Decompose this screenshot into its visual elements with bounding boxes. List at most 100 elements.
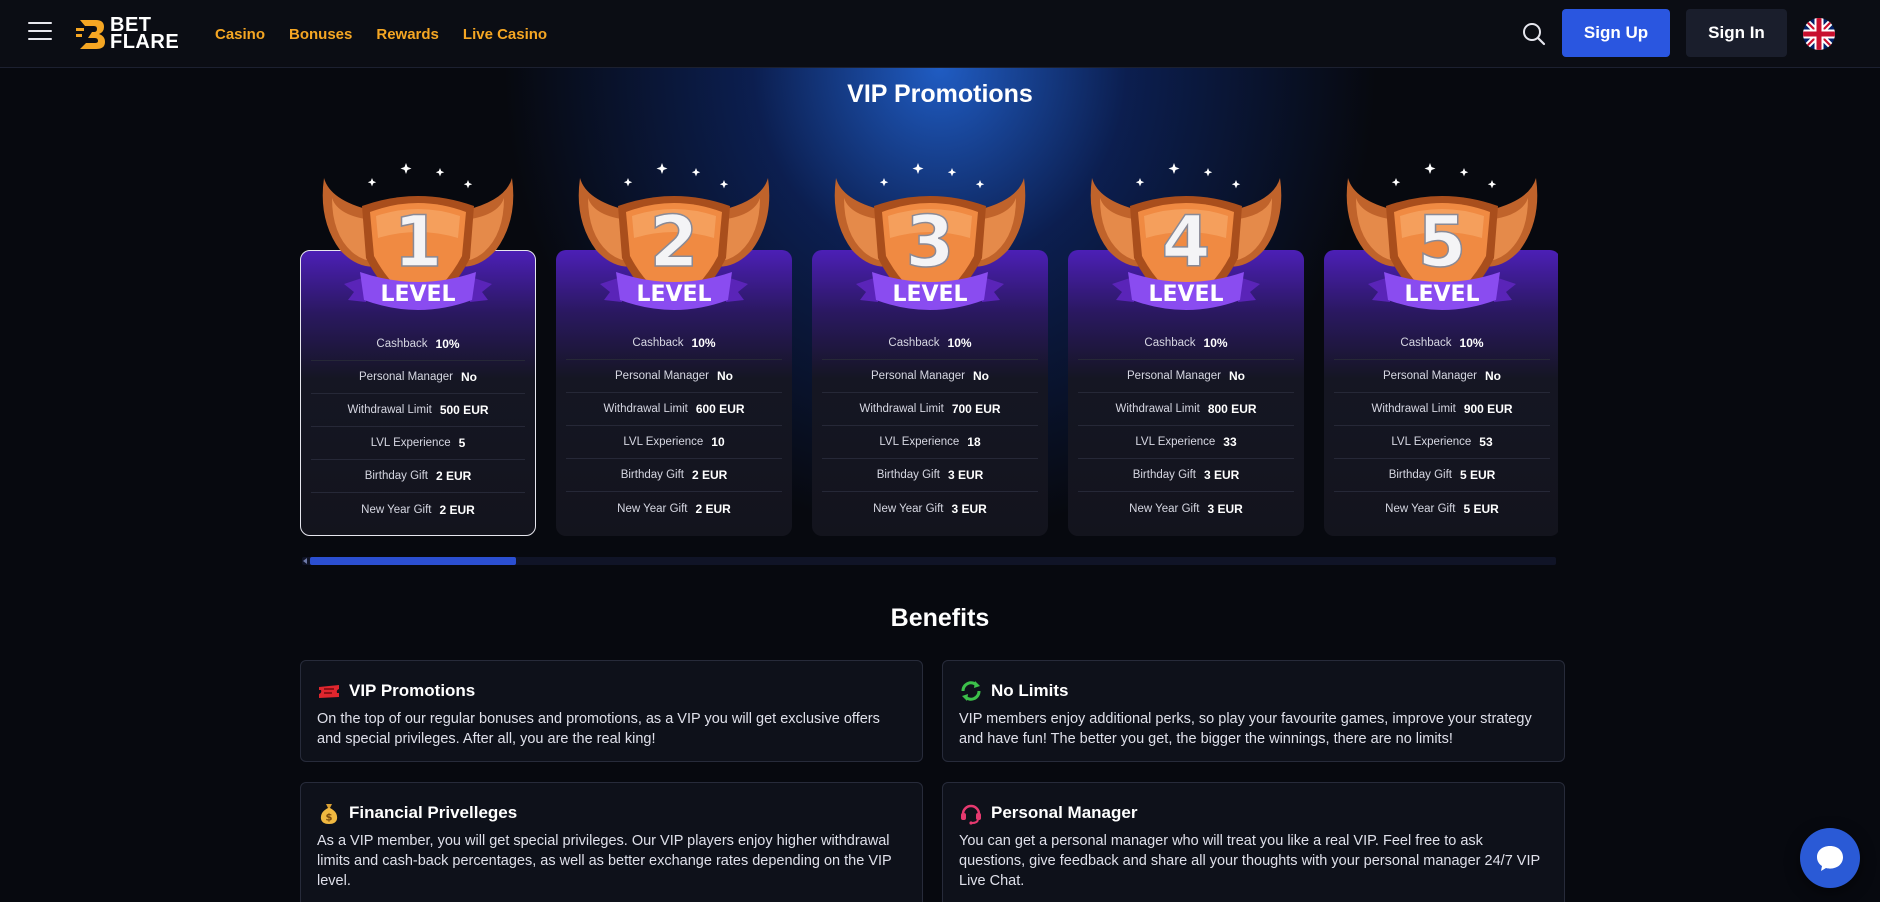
level-perks: Cashback 10% Personal Manager No Withdrawal … bbox=[311, 328, 525, 526]
nav-rewards[interactable]: Rewards bbox=[376, 26, 439, 43]
perk-value: 2 EUR bbox=[691, 468, 728, 482]
benefit-text: VIP members enjoy additional perks, so p… bbox=[959, 711, 1532, 747]
perk-value: 700 EUR bbox=[951, 402, 1001, 416]
perk-value: 2 EUR bbox=[435, 469, 472, 483]
perk-value: 10% bbox=[1459, 336, 1484, 350]
perk-label: Birthday Gift bbox=[876, 469, 940, 481]
scroll-left-arrow-icon[interactable] bbox=[303, 558, 307, 564]
perk-value: 10% bbox=[1203, 336, 1228, 350]
perk-value: 5 bbox=[458, 436, 466, 450]
ticket-icon bbox=[319, 685, 339, 698]
perk-row: LVL Experience 5 bbox=[311, 427, 525, 460]
perk-row: Birthday Gift 5 EUR bbox=[1334, 459, 1550, 492]
level-word: LEVEL bbox=[1404, 282, 1479, 307]
benefit-title: VIP Promotions bbox=[349, 681, 476, 700]
perk-row: Personal Manager No bbox=[1334, 360, 1550, 393]
benefit-text: You can get a personal manager who will … bbox=[959, 833, 1540, 889]
perk-row: Personal Manager No bbox=[566, 360, 782, 393]
perk-label: New Year Gift bbox=[617, 502, 688, 515]
perk-value: 10% bbox=[691, 336, 716, 350]
perk-label: Withdrawal Limit bbox=[1115, 403, 1200, 415]
perk-row: LVL Experience 53 bbox=[1334, 426, 1550, 459]
perk-row: Personal Manager No bbox=[311, 361, 525, 394]
brand-logo[interactable]: BET FLARE bbox=[76, 14, 184, 54]
perk-row: Withdrawal Limit 900 EUR bbox=[1334, 393, 1550, 426]
perk-row: New Year Gift 3 EUR bbox=[1078, 492, 1294, 525]
nav-live-casino[interactable]: Live Casino bbox=[463, 26, 547, 43]
level-number: 1 bbox=[394, 201, 443, 283]
menu-icon[interactable] bbox=[28, 22, 52, 42]
level-badge-icon: 4LEVEL bbox=[1090, 163, 1282, 310]
perk-label: Withdrawal Limit bbox=[1371, 403, 1456, 415]
perk-row: New Year Gift 2 EUR bbox=[311, 493, 525, 526]
sign-up-button[interactable]: Sign Up bbox=[1562, 9, 1670, 57]
benefit-card-financial: $ Financial Privelleges As a VIP member,… bbox=[300, 782, 923, 902]
svg-text:$: $ bbox=[326, 813, 333, 824]
perk-row: LVL Experience 10 bbox=[566, 426, 782, 459]
perk-label: Birthday Gift bbox=[1388, 469, 1452, 481]
uk-flag-icon[interactable] bbox=[1803, 18, 1835, 50]
perk-row: Birthday Gift 3 EUR bbox=[1078, 459, 1294, 492]
perk-label: LVL Experience bbox=[1135, 436, 1216, 448]
perk-row: New Year Gift 5 EUR bbox=[1334, 492, 1550, 525]
level-word: LEVEL bbox=[892, 282, 967, 307]
level-perks: Cashback 10% Personal Manager No Withdrawal … bbox=[566, 327, 782, 525]
perk-label: Personal Manager bbox=[871, 370, 965, 382]
level-number: 4 bbox=[1162, 201, 1211, 283]
level-number: 2 bbox=[650, 201, 699, 283]
benefit-card-personal-manager: Personal Manager You can get a personal … bbox=[942, 782, 1565, 902]
carousel-scroll-thumb[interactable] bbox=[310, 557, 516, 565]
live-chat-button[interactable] bbox=[1800, 828, 1860, 888]
perk-value: 3 EUR bbox=[1203, 468, 1240, 482]
perk-value: No bbox=[1484, 369, 1501, 383]
level-badge-icon: 1LEVEL bbox=[322, 163, 514, 310]
level-perks: Cashback 10% Personal Manager No Withdrawal … bbox=[1078, 327, 1294, 525]
perk-label: Withdrawal Limit bbox=[859, 403, 944, 415]
top-header: BET FLARE Casino Bonuses Rewards Live Ca… bbox=[0, 0, 1880, 68]
perk-row: Personal Manager No bbox=[822, 360, 1038, 393]
perk-row: Withdrawal Limit 500 EUR bbox=[311, 394, 525, 427]
level-number: 5 bbox=[1418, 201, 1467, 283]
benefit-card-vip-promotions: VIP Promotions On the top of our regular… bbox=[300, 660, 923, 762]
perk-row: Cashback 10% bbox=[566, 327, 782, 360]
nav-casino[interactable]: Casino bbox=[215, 26, 265, 43]
perk-value: 10 bbox=[711, 435, 725, 449]
perk-label: New Year Gift bbox=[361, 503, 432, 516]
perk-row: New Year Gift 3 EUR bbox=[822, 492, 1038, 525]
headset-icon bbox=[961, 804, 981, 825]
money-bag-icon: $ bbox=[320, 804, 338, 824]
perk-value: 18 bbox=[967, 435, 981, 449]
perk-value: 500 EUR bbox=[439, 403, 489, 417]
benefit-title: Personal Manager bbox=[991, 803, 1138, 822]
perk-value: 900 EUR bbox=[1463, 402, 1513, 416]
sign-in-button[interactable]: Sign In bbox=[1686, 9, 1787, 57]
search-icon[interactable] bbox=[1519, 19, 1549, 49]
carousel-scrollbar[interactable] bbox=[302, 557, 1556, 565]
perk-label: New Year Gift bbox=[1385, 502, 1456, 515]
perk-label: Personal Manager bbox=[1383, 370, 1477, 382]
perk-value: 600 EUR bbox=[695, 402, 745, 416]
perk-row: New Year Gift 2 EUR bbox=[566, 492, 782, 525]
perk-value: 2 EUR bbox=[439, 502, 475, 517]
chat-bubble-icon bbox=[1817, 846, 1843, 871]
perk-row: Withdrawal Limit 800 EUR bbox=[1078, 393, 1294, 426]
level-badge-icon: 3LEVEL bbox=[834, 163, 1026, 310]
benefit-title: Financial Privelleges bbox=[349, 803, 518, 822]
perk-label: LVL Experience bbox=[879, 436, 960, 448]
perk-label: New Year Gift bbox=[873, 502, 944, 515]
level-word: LEVEL bbox=[1148, 282, 1223, 307]
perk-row: Birthday Gift 3 EUR bbox=[822, 459, 1038, 492]
perk-value: 3 EUR bbox=[1207, 501, 1243, 516]
benefit-text: On the top of our regular bonuses and pr… bbox=[317, 711, 880, 747]
nav-bonuses[interactable]: Bonuses bbox=[289, 26, 352, 43]
perk-label: Personal Manager bbox=[359, 371, 453, 383]
perk-value: 5 EUR bbox=[1463, 501, 1499, 516]
perk-value: No bbox=[1228, 369, 1245, 383]
perk-label: LVL Experience bbox=[623, 436, 704, 448]
perk-value: 53 bbox=[1479, 435, 1493, 449]
level-cards-carousel: Cashback 10% Personal Manager No Withdrawal … bbox=[300, 160, 1558, 540]
perk-label: Withdrawal Limit bbox=[603, 403, 688, 415]
perk-label: Cashback bbox=[888, 337, 940, 349]
perk-row: Cashback 10% bbox=[1078, 327, 1294, 360]
perk-label: Personal Manager bbox=[615, 370, 709, 382]
